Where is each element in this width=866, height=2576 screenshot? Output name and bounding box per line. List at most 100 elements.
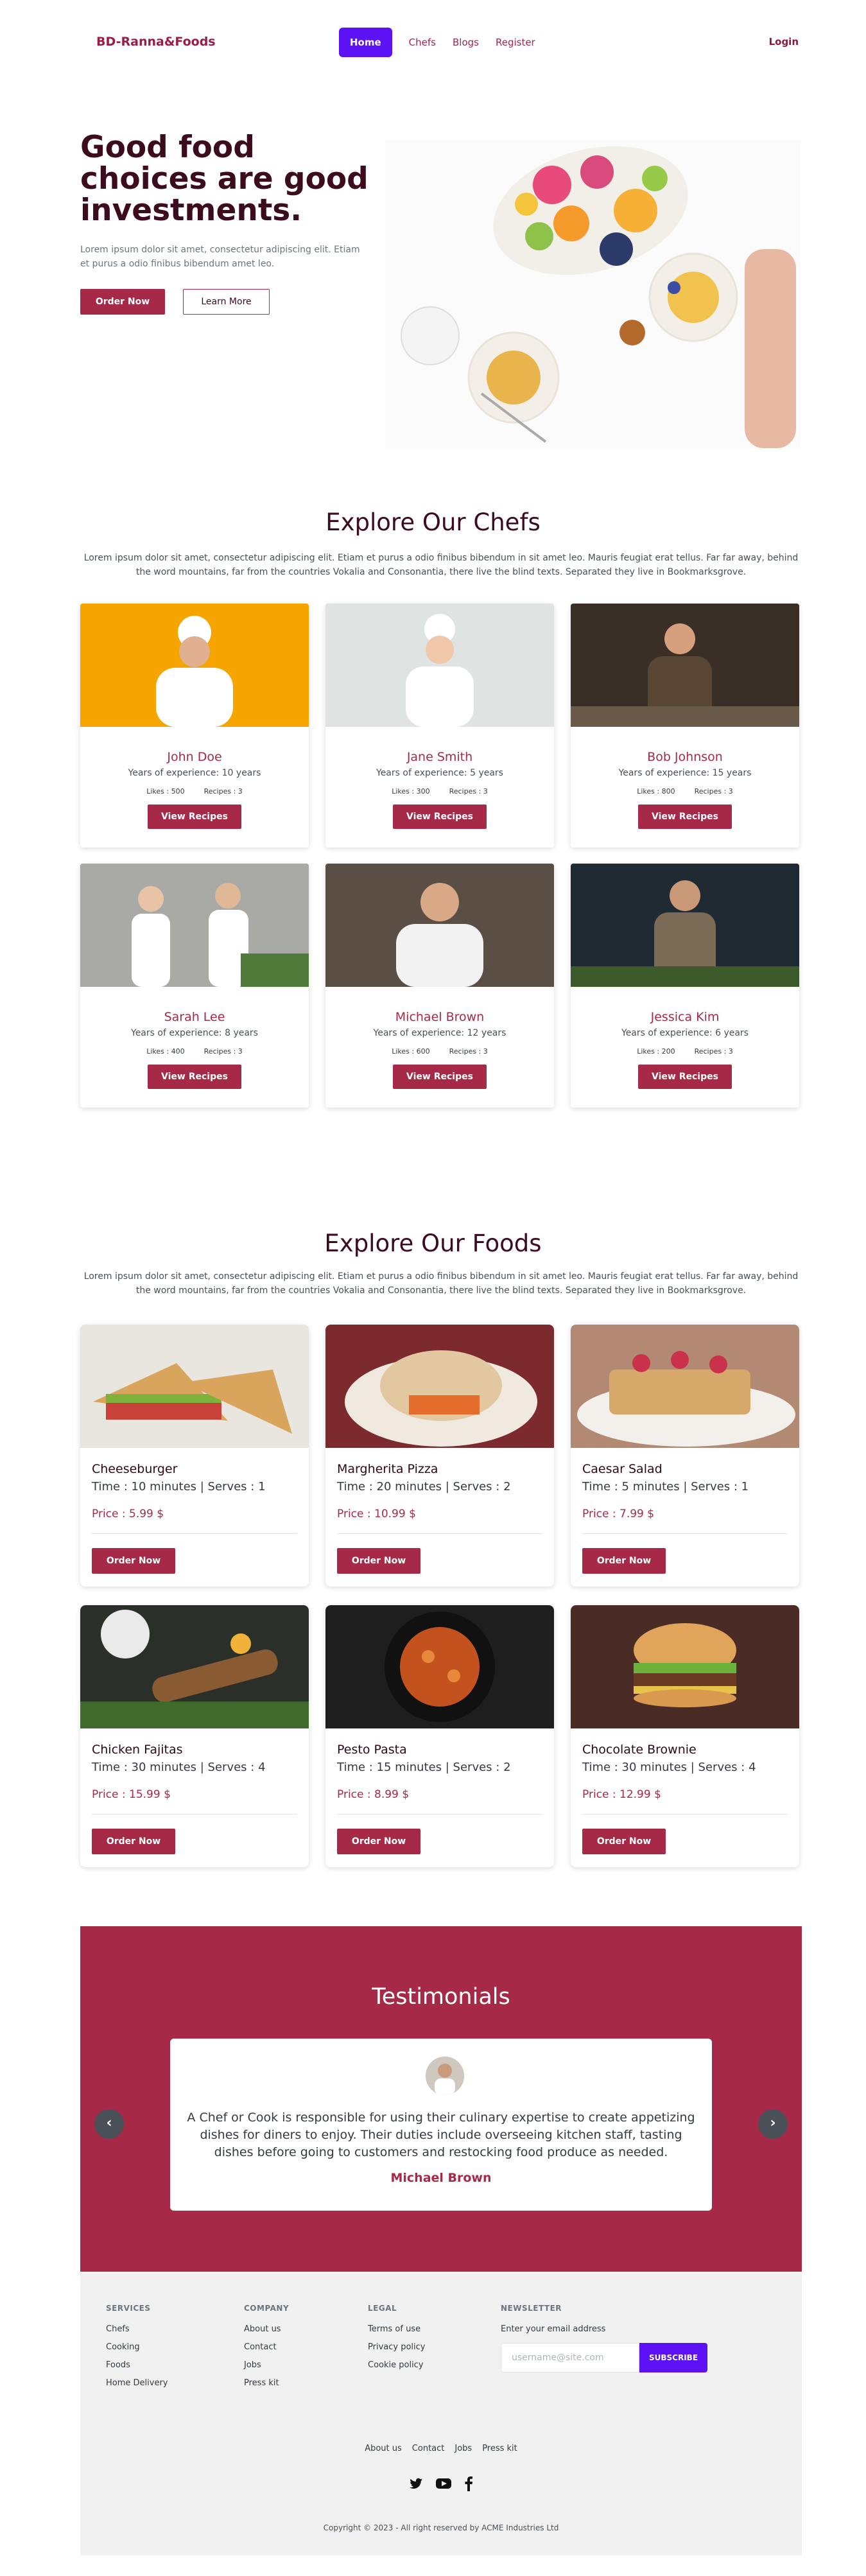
food-name: Chicken Fajitas [92,1743,183,1757]
footer-link[interactable]: Terms of use [368,2324,425,2334]
food-price: Price : 5.99 $ [92,1508,164,1520]
chef-recipes: Recipes : 3 [694,1047,733,1056]
top-navbar: BD-Ranna&Foods Home Chefs Blogs Register… [0,26,866,59]
subscribe-button[interactable]: SUBSCRIBE [639,2343,707,2372]
chef-stats: Likes : 800 Recipes : 3 [571,787,799,796]
food-price: Price : 7.99 $ [582,1508,655,1520]
view-recipes-button[interactable]: View Recipes [148,805,241,829]
footer-link[interactable]: Home Delivery [106,2378,168,2388]
order-now-button[interactable]: Order Now [92,1829,175,1854]
prev-arrow-icon[interactable]: ‹ [94,2109,124,2139]
footer: SERVICES Chefs Cooking Foods Home Delive… [80,2272,802,2555]
chef-stats: Likes : 500 Recipes : 3 [80,787,309,796]
order-now-button[interactable]: Order Now [92,1548,175,1574]
chef-likes: Likes : 400 [146,1047,185,1056]
foods-section-title: Explore Our Foods [324,1230,542,1257]
food-card: Cheeseburger Time : 10 minutes | Serves … [80,1325,309,1587]
nav-chefs[interactable]: Chefs [409,37,436,48]
chef-card: Michael Brown Years of experience: 12 ye… [325,864,554,1108]
chef-experience: Years of experience: 15 years [618,768,752,778]
food-meta: Time : 30 minutes | Serves : 4 [582,1761,756,1774]
hero-title: Good food choices are good investments. [80,130,368,228]
footer-bottom-link[interactable]: Jobs [455,2444,472,2453]
chef-name: Jane Smith [406,750,473,764]
food-photo [571,1605,799,1728]
chef-experience: Years of experience: 10 years [128,768,261,778]
chef-photo [325,864,554,987]
food-meta: Time : 20 minutes | Serves : 2 [337,1480,511,1493]
divider [337,1814,542,1815]
food-name: Chocolate Brownie [582,1743,697,1757]
chef-likes: Likes : 800 [637,787,675,796]
chef-card: Jane Smith Years of experience: 5 years … [325,604,554,848]
order-now-button[interactable]: Order Now [337,1548,420,1574]
chef-experience: Years of experience: 12 years [373,1028,507,1038]
food-name: Pesto Pasta [337,1743,407,1757]
footer-bottom-link[interactable]: Contact [412,2444,445,2453]
order-now-button[interactable]: Order Now [582,1548,666,1574]
footer-bottom-link[interactable]: About us [365,2444,402,2453]
nav-register[interactable]: Register [496,37,535,48]
footer-link[interactable]: Jobs [244,2360,289,2370]
hero-text: Lorem ipsum dolor sit amet, consectetur … [80,245,360,269]
chef-name: John Doe [167,750,222,764]
food-name: Cheeseburger [92,1462,178,1476]
divider [92,1533,297,1534]
food-price: Price : 15.99 $ [92,1788,171,1801]
chef-photo [80,864,309,987]
testimonial-quote: A Chef or Cook is responsible for using … [187,2110,695,2159]
twitter-icon[interactable] [408,2476,424,2494]
chef-recipes: Recipes : 3 [204,1047,243,1056]
newsletter-email-input[interactable]: username@site.com [501,2343,639,2372]
footer-link[interactable]: Foods [106,2360,168,2370]
copyright: Copyright © 2023 - All right reserved by… [323,2523,559,2532]
footer-heading: NEWSLETTER [501,2304,562,2313]
next-arrow-icon[interactable]: › [758,2109,788,2139]
facebook-icon[interactable] [463,2476,474,2494]
food-name: Caesar Salad [582,1462,662,1476]
chef-stats: Likes : 400 Recipes : 3 [80,1047,309,1056]
chef-card: John Doe Years of experience: 10 years L… [80,604,309,848]
food-price: Price : 8.99 $ [337,1788,410,1801]
food-photo [80,1605,309,1728]
nav-blogs[interactable]: Blogs [453,37,479,48]
youtube-icon[interactable] [435,2476,452,2494]
footer-link[interactable]: Contact [244,2342,289,2352]
footer-link[interactable]: Press kit [244,2378,289,2388]
footer-link[interactable]: Cookie policy [368,2360,425,2370]
order-now-button[interactable]: Order Now [582,1829,666,1854]
login-link[interactable]: Login [769,36,799,48]
hero-learn-button[interactable]: Learn More [183,289,270,315]
divider [337,1533,542,1534]
chefs-section-title: Explore Our Chefs [325,509,541,536]
footer-bottom-link[interactable]: Press kit [482,2444,517,2453]
footer-link[interactable]: Cooking [106,2342,168,2352]
food-photo [325,1605,554,1728]
view-recipes-button[interactable]: View Recipes [393,805,487,829]
food-photo [571,1325,799,1448]
chef-likes: Likes : 200 [637,1047,675,1056]
view-recipes-button[interactable]: View Recipes [393,1065,487,1089]
chef-recipes: Recipes : 3 [449,1047,488,1056]
order-now-button[interactable]: Order Now [337,1829,420,1854]
chef-likes: Likes : 500 [146,787,185,796]
chef-experience: Years of experience: 6 years [621,1028,749,1038]
view-recipes-button[interactable]: View Recipes [638,805,732,829]
footer-heading: LEGAL [368,2304,397,2313]
chef-card: Jessica Kim Years of experience: 6 years… [571,864,799,1108]
brand-logo[interactable]: BD-Ranna&Foods [96,35,216,49]
view-recipes-button[interactable]: View Recipes [638,1065,732,1089]
footer-link[interactable]: About us [244,2324,289,2334]
foods-section-text: Lorem ipsum dolor sit amet, consectetur … [83,1271,799,1296]
footer-link[interactable]: Chefs [106,2324,168,2334]
hero-order-button[interactable]: Order Now [80,289,165,315]
nav-links: Home Chefs Blogs Register [339,26,552,59]
food-card: Pesto Pasta Time : 15 minutes | Serves :… [325,1605,554,1867]
food-card: Margherita Pizza Time : 20 minutes | Ser… [325,1325,554,1587]
footer-link[interactable]: Privacy policy [368,2342,425,2352]
view-recipes-button[interactable]: View Recipes [148,1065,241,1089]
chef-likes: Likes : 300 [392,787,430,796]
food-photo [325,1325,554,1448]
chef-stats: Likes : 300 Recipes : 3 [325,787,554,796]
nav-home[interactable]: Home [339,28,392,57]
